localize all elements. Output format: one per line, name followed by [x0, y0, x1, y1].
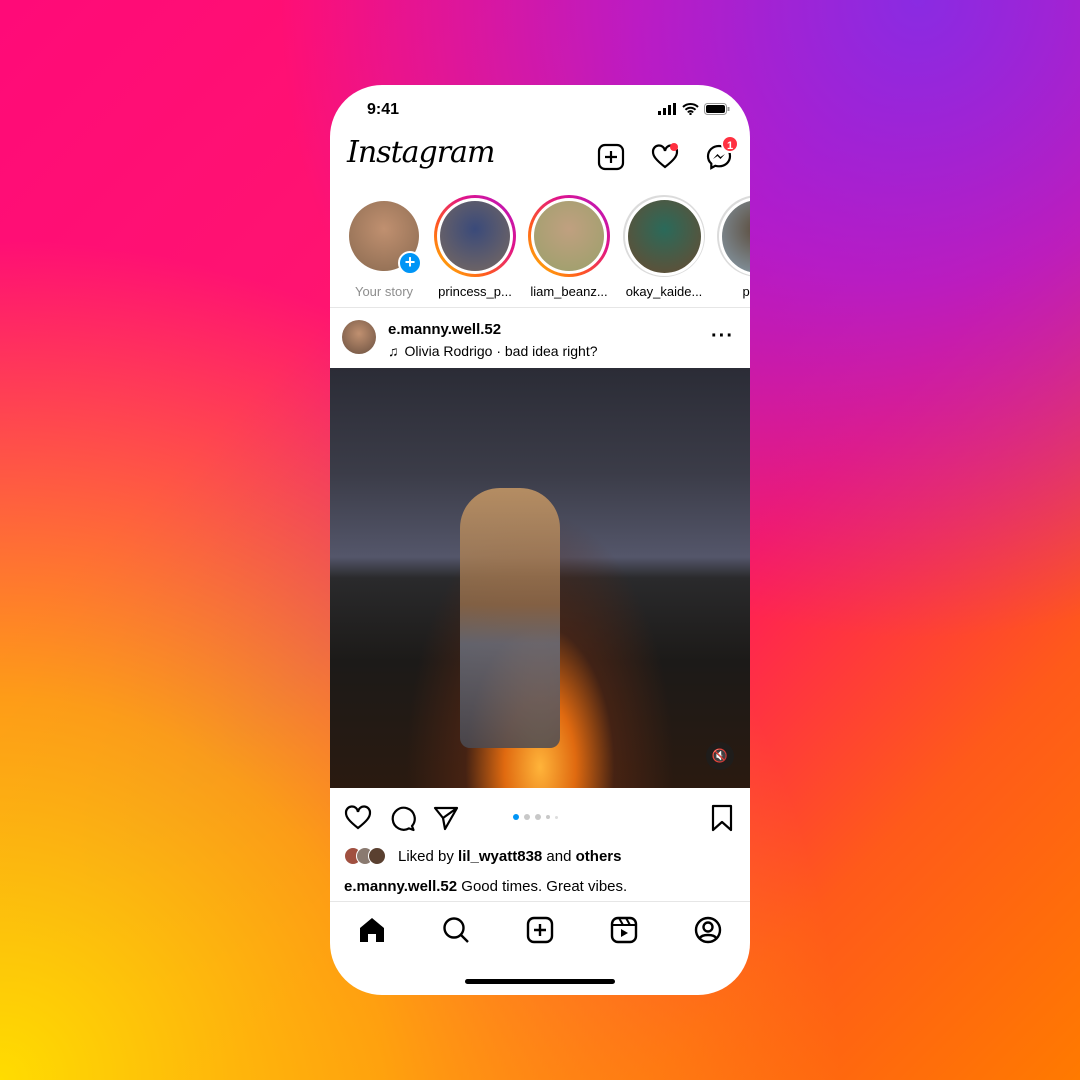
liker-avatars [344, 847, 392, 865]
story-ring [623, 195, 705, 277]
story-ring [717, 195, 750, 277]
story-avatar [721, 199, 750, 273]
story-ring [528, 195, 610, 277]
story-label: Your story [354, 284, 414, 299]
story-item[interactable]: pia.in [716, 195, 750, 299]
comment-icon[interactable] [388, 804, 416, 832]
post-username[interactable]: e.manny.well.52 [388, 321, 501, 338]
liked-by-others[interactable]: others [576, 848, 622, 865]
more-options-icon[interactable]: ··· [711, 325, 734, 348]
like-icon[interactable] [344, 804, 372, 832]
carousel-dot [535, 814, 541, 820]
carousel-dot [555, 815, 558, 819]
story-label: liam_beanz... [530, 284, 608, 299]
carousel-dot [524, 814, 530, 820]
photo-subject [460, 488, 560, 748]
story-ring [434, 195, 516, 277]
caption-username[interactable]: e.manny.well.52 [344, 878, 457, 895]
story-item[interactable]: okay_kaide... [622, 195, 706, 299]
story-label: okay_kaide... [625, 284, 703, 299]
search-icon[interactable] [441, 915, 471, 945]
messages-badge: 1 [721, 135, 739, 153]
liked-by-text[interactable]: Liked by lil_wyatt838 and others [398, 848, 621, 865]
story-label: princess_p... [438, 284, 512, 299]
liked-by-and: and [542, 848, 576, 865]
notifications-button[interactable] [651, 143, 679, 171]
post-author-avatar[interactable] [342, 320, 376, 354]
music-note-icon: ♫ [388, 343, 399, 359]
create-icon[interactable] [525, 915, 555, 945]
story-avatar [534, 201, 604, 271]
phone-screen: 9:41 Instagram 1 + Your story princess_p..… [330, 85, 750, 995]
story-avatar [627, 199, 701, 273]
carousel-dot [513, 814, 519, 820]
audio-label: Olivia Rodrigo · bad idea right? [404, 343, 598, 359]
save-icon[interactable] [710, 804, 734, 832]
home-icon[interactable] [357, 915, 387, 945]
carousel-dot [546, 815, 550, 819]
status-icons [658, 103, 730, 115]
new-post-icon [597, 143, 625, 171]
signal-icon [658, 103, 676, 115]
liked-by-prefix: Liked by [398, 848, 459, 865]
caption-text: Good times. Great vibes. [457, 878, 628, 895]
post-audio[interactable]: ♫ Olivia Rodrigo · bad idea right? [388, 343, 598, 359]
heart-icon [651, 143, 679, 169]
wifi-icon [682, 103, 699, 115]
divider [330, 307, 750, 308]
home-indicator [465, 979, 615, 984]
divider [330, 901, 750, 902]
status-time: 9:41 [367, 101, 400, 118]
share-icon[interactable] [432, 804, 460, 832]
story-avatar [440, 201, 510, 271]
story-item[interactable]: liam_beanz... [527, 195, 611, 299]
carousel-indicator [513, 814, 558, 820]
battery-icon [704, 103, 730, 115]
new-post-button[interactable] [597, 143, 625, 171]
mute-icon[interactable]: 🔇 [706, 742, 734, 770]
profile-icon[interactable] [693, 915, 723, 945]
post-photo[interactable]: 🔇 [330, 368, 750, 788]
add-story-icon[interactable]: + [398, 251, 422, 275]
story-label: pia.in [742, 284, 750, 299]
story-item[interactable]: princess_p... [433, 195, 517, 299]
reels-icon[interactable] [609, 915, 639, 945]
instagram-logo: Instagram [347, 135, 495, 170]
messages-button[interactable]: 1 [705, 135, 739, 171]
story-item[interactable]: + Your story [342, 195, 426, 299]
post-caption: e.manny.well.52 Good times. Great vibes. [344, 878, 627, 895]
liked-by-user[interactable]: lil_wyatt838 [458, 848, 542, 865]
